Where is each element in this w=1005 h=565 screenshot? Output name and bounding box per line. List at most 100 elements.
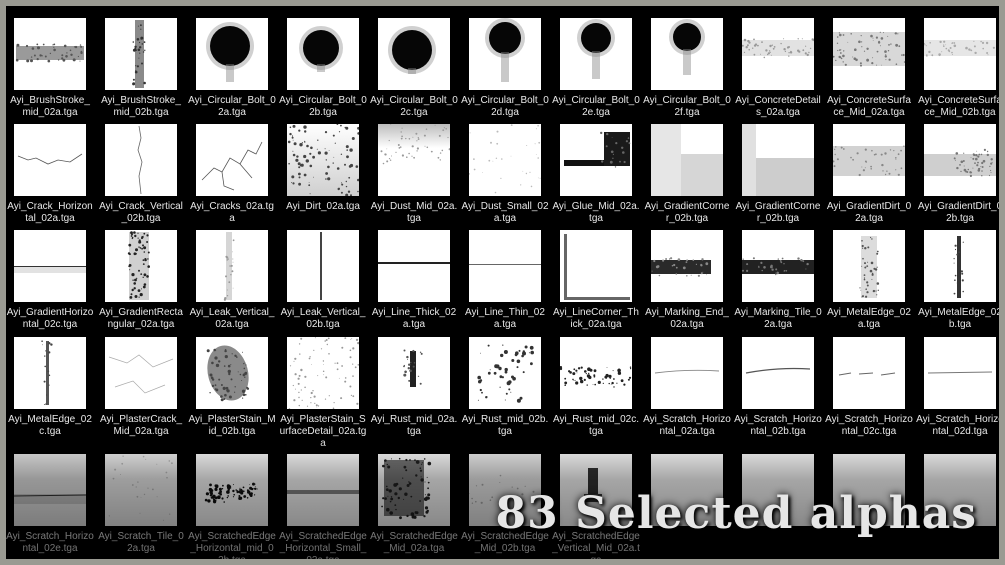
file-name-label: Ayi_LineCorner_Thick_02a.tga bbox=[553, 307, 639, 330]
file-thumbnail[interactable] bbox=[833, 337, 905, 409]
file-thumbnail[interactable] bbox=[14, 18, 86, 90]
thumbnail-grid: Ayi_BrushStroke_mid_02a.tga Ayi_BrushStro… bbox=[6, 6, 999, 559]
file-thumbnail[interactable] bbox=[833, 18, 905, 90]
file-name-label: Ayi_GradientCorner_02b.tga bbox=[735, 201, 821, 224]
file-name-label: Ayi_MetalEdge_02b.tga bbox=[918, 307, 999, 330]
file-thumbnail[interactable] bbox=[469, 230, 541, 302]
file-name-label: Ayi_BrushStroke_mid_02a.tga bbox=[10, 95, 90, 118]
file-thumbnail[interactable] bbox=[651, 124, 723, 196]
file-name-label: Ayi_GradientRectangular_02a.tga bbox=[99, 307, 183, 330]
file-thumbnail[interactable] bbox=[287, 124, 359, 196]
file-name-label: Ayi_Leak_Vertical_02a.tga bbox=[189, 307, 275, 330]
file-thumbnail[interactable] bbox=[196, 454, 268, 526]
file-name-label: Ayi_Cracks_02a.tga bbox=[190, 201, 274, 224]
file-thumbnail[interactable] bbox=[469, 18, 541, 90]
file-browser-panel: Ayi_BrushStroke_mid_02a.tga Ayi_BrushStro… bbox=[6, 6, 999, 559]
file-name-label: Ayi_Crack_Horizontal_02a.tga bbox=[7, 201, 93, 224]
file-name-label: Ayi_Circular_Bolt_02e.tga bbox=[552, 95, 640, 118]
file-thumbnail[interactable] bbox=[560, 230, 632, 302]
file-thumbnail[interactable] bbox=[287, 18, 359, 90]
file-name-label: Ayi_Scratch_Horizontal_02c.tga bbox=[825, 414, 913, 437]
file-name-label: Ayi_Circular_Bolt_02b.tga bbox=[279, 95, 367, 118]
file-thumbnail[interactable] bbox=[924, 124, 996, 196]
file-name-label: Ayi_Dirt_02a.tga bbox=[286, 201, 360, 212]
file-name-label: Ayi_GradientDirt_02b.tga bbox=[917, 201, 999, 224]
file-name-label: Ayi_Leak_Vertical_02b.tga bbox=[280, 307, 366, 330]
file-name-label: Ayi_Line_Thin_02a.tga bbox=[465, 307, 545, 330]
file-thumbnail[interactable] bbox=[651, 18, 723, 90]
file-name-label: Ayi_ConcreteSurface_Mid_02a.tga bbox=[827, 95, 911, 118]
file-thumbnail[interactable] bbox=[560, 18, 632, 90]
file-name-label: Ayi_Crack_Vertical_02b.tga bbox=[99, 201, 183, 224]
file-thumbnail[interactable] bbox=[924, 18, 996, 90]
file-name-label: Ayi_Scratch_Horizontal_02a.tga bbox=[643, 414, 731, 437]
file-thumbnail[interactable] bbox=[196, 18, 268, 90]
file-name-label: Ayi_Circular_Bolt_02f.tga bbox=[643, 95, 731, 118]
file-name-label: Ayi_Rust_mid_02b.tga bbox=[461, 414, 549, 437]
file-name-label: Ayi_Glue_Mid_02a.tga bbox=[552, 201, 640, 224]
file-thumbnail[interactable] bbox=[651, 230, 723, 302]
file-thumbnail[interactable] bbox=[378, 230, 450, 302]
file-name-label: Ayi_Marking_Tile_02a.tga bbox=[734, 307, 822, 330]
file-name-label: Ayi_Rust_mid_02a.tga bbox=[370, 414, 458, 437]
file-name-label: Ayi_Scratch_Horizontal_02d.tga bbox=[916, 414, 999, 437]
file-name-label: Ayi_MetalEdge_02a.tga bbox=[827, 307, 911, 330]
file-thumbnail[interactable] bbox=[469, 337, 541, 409]
file-name-label: Ayi_MetalEdge_02c.tga bbox=[8, 414, 92, 437]
file-name-label: Ayi_PlasterStain_SurfaceDetail_02a.tga bbox=[279, 414, 367, 449]
file-thumbnail[interactable] bbox=[14, 454, 86, 526]
file-thumbnail[interactable] bbox=[833, 124, 905, 196]
file-thumbnail[interactable] bbox=[105, 18, 177, 90]
file-thumbnail[interactable] bbox=[833, 230, 905, 302]
file-name-label: Ayi_PlasterStain_Mid_02b.tga bbox=[188, 414, 276, 437]
file-thumbnail[interactable] bbox=[287, 454, 359, 526]
file-thumbnail[interactable] bbox=[105, 124, 177, 196]
file-name-label: Ayi_BrushStroke_mid_02b.tga bbox=[101, 95, 181, 118]
file-name-label: Ayi_PlasterCrack_Mid_02a.tga bbox=[99, 414, 183, 437]
file-name-label: Ayi_Circular_Bolt_02c.tga bbox=[370, 95, 458, 118]
file-thumbnail[interactable] bbox=[378, 337, 450, 409]
file-thumbnail[interactable] bbox=[105, 230, 177, 302]
file-name-label: Ayi_Rust_mid_02c.tga bbox=[553, 414, 639, 437]
file-thumbnail[interactable] bbox=[742, 230, 814, 302]
file-thumbnail[interactable] bbox=[287, 337, 359, 409]
file-name-label: Ayi_GradientDirt_02a.tga bbox=[826, 201, 912, 224]
file-thumbnail[interactable] bbox=[196, 124, 268, 196]
file-name-label: Ayi_ConcreteDetails_02a.tga bbox=[735, 95, 821, 118]
selection-caption: 83 Selected alphas bbox=[495, 488, 977, 539]
file-thumbnail[interactable] bbox=[742, 337, 814, 409]
file-thumbnail[interactable] bbox=[196, 230, 268, 302]
file-thumbnail[interactable] bbox=[560, 337, 632, 409]
file-name-label: Ayi_ScratchedEdge_Mid_02a.tga bbox=[370, 531, 458, 554]
file-name-label: Ayi_Circular_Bolt_02a.tga bbox=[188, 95, 276, 118]
file-thumbnail[interactable] bbox=[196, 337, 268, 409]
file-thumbnail[interactable] bbox=[924, 337, 996, 409]
file-name-label: Ayi_ScratchedEdge_Horizontal_mid_02b.tga bbox=[188, 531, 276, 559]
file-name-label: Ayi_Scratch_Horizontal_02b.tga bbox=[734, 414, 822, 437]
file-thumbnail[interactable] bbox=[14, 337, 86, 409]
file-thumbnail[interactable] bbox=[560, 124, 632, 196]
file-thumbnail[interactable] bbox=[378, 454, 450, 526]
file-thumbnail[interactable] bbox=[651, 337, 723, 409]
file-name-label: Ayi_Marking_End_02a.tga bbox=[645, 307, 729, 330]
file-thumbnail[interactable] bbox=[378, 124, 450, 196]
file-thumbnail[interactable] bbox=[742, 124, 814, 196]
file-name-label: Ayi_ConcreteSurface_Mid_02b.tga bbox=[918, 95, 999, 118]
file-name-label: Ayi_ScratchedEdge_Horizontal_Small_02a.t… bbox=[279, 531, 367, 559]
file-thumbnail[interactable] bbox=[287, 230, 359, 302]
file-thumbnail[interactable] bbox=[14, 230, 86, 302]
file-name-label: Ayi_Scratch_Horizontal_02e.tga bbox=[6, 531, 94, 554]
file-name-label: Ayi_Circular_Bolt_02d.tga bbox=[461, 95, 549, 118]
file-thumbnail[interactable] bbox=[924, 230, 996, 302]
file-thumbnail[interactable] bbox=[105, 454, 177, 526]
file-thumbnail[interactable] bbox=[469, 124, 541, 196]
file-name-label: Ayi_GradientHorizontal_02c.tga bbox=[6, 307, 94, 330]
file-thumbnail[interactable] bbox=[14, 124, 86, 196]
file-name-label: Ayi_Line_Thick_02a.tga bbox=[371, 307, 457, 330]
file-thumbnail[interactable] bbox=[105, 337, 177, 409]
file-name-label: Ayi_GradientCorner_02b.tga bbox=[644, 201, 730, 224]
file-thumbnail[interactable] bbox=[378, 18, 450, 90]
file-name-label: Ayi_Scratch_Tile_02a.tga bbox=[98, 531, 184, 554]
file-thumbnail[interactable] bbox=[742, 18, 814, 90]
file-name-label: Ayi_Dust_Mid_02a.tga bbox=[370, 201, 458, 224]
